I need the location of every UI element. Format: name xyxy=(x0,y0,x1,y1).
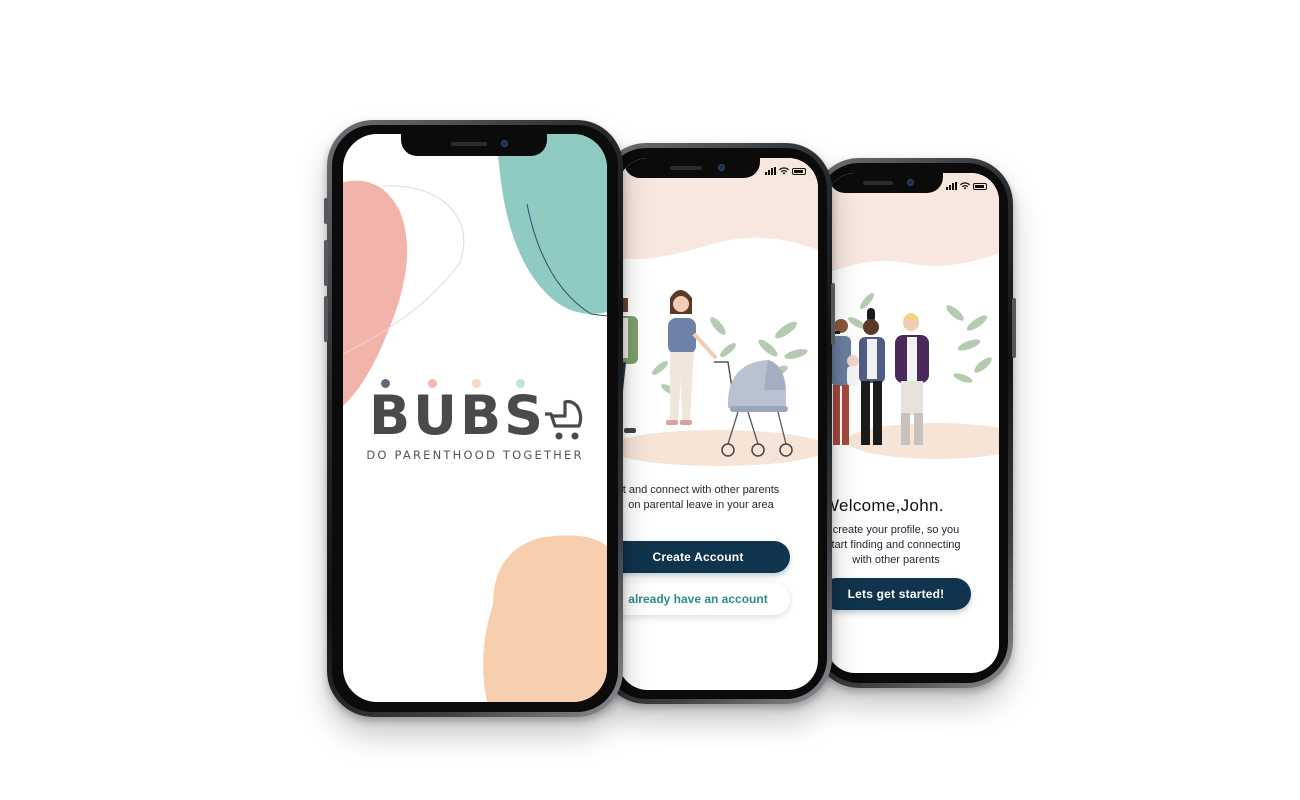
mockup-stage: Welcome,John. create your profile, so yo… xyxy=(0,0,1300,800)
volume-up-button xyxy=(324,240,328,286)
app-tagline: DO PARENTHOOD TOGETHER xyxy=(366,448,584,462)
onboarding-body-line-2: on parental leave in your area xyxy=(628,499,774,511)
mother-figure xyxy=(666,290,718,425)
stroller-icon xyxy=(545,399,583,440)
wifi-icon xyxy=(779,167,789,175)
phone-welcome: Welcome,John. create your profile, so yo… xyxy=(810,158,1016,688)
welcome-body-line-2: tart finding and connecting xyxy=(831,539,961,551)
notch xyxy=(401,134,547,156)
welcome-body-line-1: create your profile, so you xyxy=(832,524,960,536)
parent-figure-1 xyxy=(831,319,859,445)
ground-shape xyxy=(618,430,818,466)
splash-screen: BUBS DO PARENTHOOD TOGETHER xyxy=(343,134,607,702)
welcome-body-text: create your profile, so you tart finding… xyxy=(827,523,969,568)
onboarding-body-text: t and connect with other parents on pare… xyxy=(618,483,794,513)
battery-icon xyxy=(973,182,987,190)
speaker xyxy=(670,166,702,170)
peach-blob xyxy=(483,535,607,702)
create-account-button[interactable]: Create Account xyxy=(618,541,790,573)
front-camera xyxy=(718,164,725,171)
welcome-body-line-3: with other parents xyxy=(852,554,940,566)
onboarding-illustration xyxy=(618,158,818,466)
phone-splash: BUBS DO PARENTHOOD TOGETHER xyxy=(324,120,623,717)
front-camera xyxy=(907,179,914,186)
speaker xyxy=(451,142,487,146)
onboarding-screen: t and connect with other parents on pare… xyxy=(618,158,818,690)
welcome-screen: Welcome,John. create your profile, so yo… xyxy=(827,173,999,673)
battery-icon xyxy=(792,167,806,175)
power-button xyxy=(831,283,835,345)
status-bar xyxy=(946,181,987,191)
lets-get-started-button[interactable]: Lets get started! xyxy=(827,578,971,610)
power-button xyxy=(1012,298,1016,358)
pink-blob xyxy=(343,180,408,406)
signal-icon xyxy=(946,182,957,190)
phone-onboarding: t and connect with other parents on pare… xyxy=(600,143,835,704)
front-camera xyxy=(501,140,508,147)
volume-down-button xyxy=(324,296,328,342)
wifi-icon xyxy=(960,182,970,190)
signal-icon xyxy=(765,167,776,175)
teal-blob xyxy=(498,134,607,314)
notch xyxy=(829,173,943,193)
mute-switch xyxy=(324,198,328,224)
app-logo: BUBS xyxy=(369,384,547,447)
login-button[interactable]: already have an account xyxy=(618,583,790,615)
welcome-illustration xyxy=(827,173,999,459)
onboarding-body-line-1: t and connect with other parents xyxy=(622,484,780,496)
status-bar xyxy=(765,166,806,176)
speaker xyxy=(863,181,893,185)
welcome-title: Welcome,John. xyxy=(827,496,944,515)
notch xyxy=(624,158,760,178)
